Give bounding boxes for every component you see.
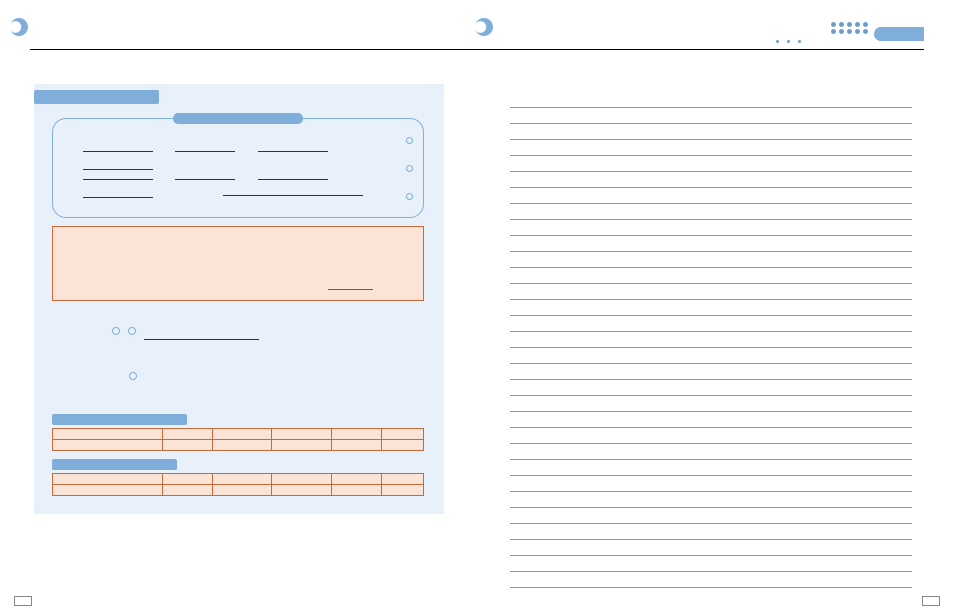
writing-line[interactable]	[510, 412, 912, 428]
bullet-icon	[406, 165, 413, 172]
lined-writing-area[interactable]	[510, 92, 912, 588]
half-moon-icon	[475, 18, 493, 36]
table-row	[53, 474, 424, 485]
writing-line[interactable]	[510, 316, 912, 332]
fill-blank[interactable]	[175, 172, 235, 180]
page-header	[30, 0, 924, 50]
fill-blank[interactable]	[223, 195, 363, 196]
table-row	[53, 429, 424, 440]
writing-line[interactable]	[510, 540, 912, 556]
writing-line[interactable]	[510, 380, 912, 396]
dot-cluster-icon	[831, 22, 869, 34]
writing-line[interactable]	[510, 332, 912, 348]
table-row	[53, 485, 424, 496]
fill-blank[interactable]	[83, 172, 153, 180]
writing-line[interactable]	[510, 300, 912, 316]
writing-line[interactable]	[510, 508, 912, 524]
writing-line[interactable]	[510, 156, 912, 172]
writing-line[interactable]	[510, 220, 912, 236]
subsection-title-bar	[52, 459, 177, 470]
bullet-icon	[406, 193, 413, 200]
table-row	[53, 440, 424, 451]
writing-line[interactable]	[510, 428, 912, 444]
writing-line[interactable]	[510, 460, 912, 476]
writing-line[interactable]	[510, 172, 912, 188]
highlight-box	[52, 226, 424, 301]
writing-line[interactable]	[510, 444, 912, 460]
writing-line[interactable]	[510, 348, 912, 364]
bullet-icon	[112, 327, 120, 335]
writing-line[interactable]	[510, 140, 912, 156]
bullet-icon	[128, 327, 136, 335]
fill-blank[interactable]	[83, 190, 153, 198]
writing-line[interactable]	[510, 268, 912, 284]
writing-line[interactable]	[510, 556, 912, 572]
box-title-bar	[173, 113, 303, 124]
writing-line[interactable]	[510, 396, 912, 412]
bullet-icon	[129, 372, 137, 380]
left-content-panel	[34, 84, 444, 514]
writing-line[interactable]	[510, 204, 912, 220]
dots-decoration	[776, 30, 809, 48]
writing-line[interactable]	[510, 364, 912, 380]
writing-line[interactable]	[510, 92, 912, 108]
data-table	[52, 428, 424, 451]
fill-blank[interactable]	[83, 144, 153, 152]
rounded-info-box	[52, 118, 424, 218]
writing-line[interactable]	[510, 124, 912, 140]
half-moon-icon	[10, 18, 28, 36]
writing-line[interactable]	[510, 236, 912, 252]
fill-blank[interactable]	[258, 144, 328, 152]
red-underline	[328, 289, 373, 290]
writing-line[interactable]	[510, 108, 912, 124]
corner-tab	[874, 27, 924, 41]
fill-blank[interactable]	[258, 172, 328, 180]
bullet-icon	[406, 137, 413, 144]
section-title-bar	[34, 90, 159, 104]
bullet-pair	[112, 322, 140, 340]
writing-line[interactable]	[510, 476, 912, 492]
writing-line[interactable]	[510, 572, 912, 588]
fill-line-row	[83, 167, 393, 203]
fill-blank[interactable]	[175, 144, 235, 152]
page-number-box	[14, 596, 32, 606]
writing-line[interactable]	[510, 284, 912, 300]
writing-line[interactable]	[510, 492, 912, 508]
page-number-box	[922, 596, 940, 606]
writing-line[interactable]	[510, 188, 912, 204]
writing-line[interactable]	[510, 252, 912, 268]
writing-line[interactable]	[510, 524, 912, 540]
fill-blank[interactable]	[144, 339, 259, 340]
data-table	[52, 473, 424, 496]
subsection-title-bar	[52, 414, 187, 425]
